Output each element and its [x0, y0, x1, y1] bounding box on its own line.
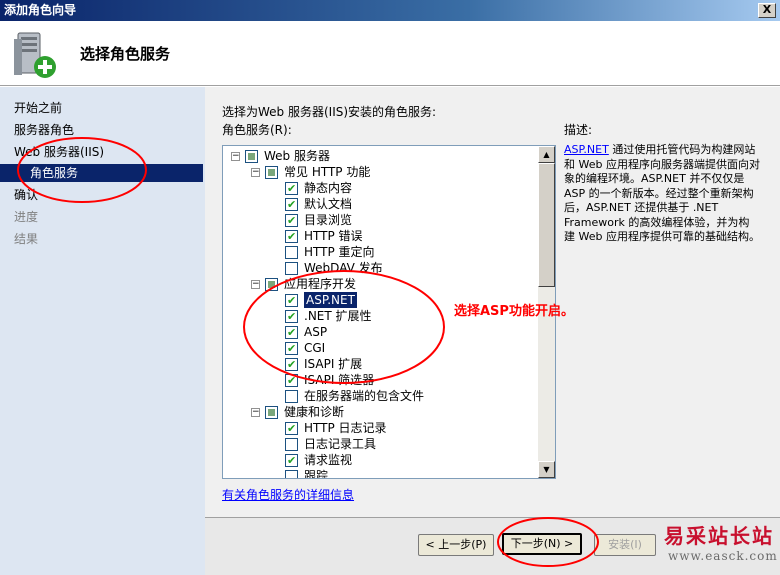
- checkbox[interactable]: [285, 246, 298, 259]
- checkbox[interactable]: [285, 262, 298, 275]
- checkbox[interactable]: [285, 470, 298, 478]
- checkbox[interactable]: [265, 166, 278, 179]
- tree-node[interactable]: − 应用程序开发: [223, 276, 539, 292]
- checkbox[interactable]: [285, 373, 298, 389]
- tree-node[interactable]: 静态内容: [223, 180, 539, 197]
- site-watermark: 易采站长站 www.easck.com: [664, 520, 780, 563]
- aspnet-link[interactable]: ASP.NET: [564, 143, 609, 156]
- tree-node[interactable]: 跟踪: [223, 468, 539, 478]
- tree-node-label[interactable]: Web 服务器: [264, 148, 330, 164]
- watermark-title: 易采站长站: [664, 524, 774, 548]
- tree-node-label[interactable]: ASP.NET: [304, 292, 357, 308]
- tree-node-label[interactable]: ISAPI 筛选器: [304, 372, 374, 388]
- description-panel: ASP.NET 通过使用托管代码为构建网站和 Web 应用程序向服务器端提供面向…: [564, 143, 760, 245]
- sidebar-step: 结果: [14, 232, 39, 246]
- sidebar-step[interactable]: 确认: [0, 186, 205, 204]
- checkbox[interactable]: [285, 453, 298, 469]
- tree-node-label[interactable]: 静态内容: [304, 180, 352, 196]
- collapse-icon[interactable]: −: [251, 408, 260, 417]
- collapse-icon[interactable]: −: [251, 168, 260, 177]
- collapse-icon[interactable]: −: [231, 152, 240, 161]
- page-heading: 选择角色服务: [80, 45, 171, 63]
- tree-node-label[interactable]: ISAPI 扩展: [304, 356, 362, 372]
- tree-node[interactable]: WebDAV 发布: [223, 260, 539, 276]
- install-button[interactable]: 安装(I): [594, 534, 656, 556]
- sidebar-step[interactable]: 角色服务: [0, 164, 203, 182]
- tree-node-label[interactable]: 请求监视: [304, 452, 352, 468]
- tree-node[interactable]: − 常见 HTTP 功能: [223, 164, 539, 180]
- wizard-steps-sidebar: 开始之前服务器角色 Web 服务器(IIS) 角色服务确认进度结果: [0, 87, 205, 575]
- tree-node-label[interactable]: 在服务器端的包含文件: [304, 388, 424, 404]
- description-text: 通过使用托管代码为构建网站和 Web 应用程序向服务器端提供面向对象的编程环境。…: [564, 143, 760, 243]
- tree-node[interactable]: 目录浏览: [223, 212, 539, 229]
- instruction-text: 选择为Web 服务器(IIS)安装的角色服务:: [222, 105, 437, 119]
- tree-node-label[interactable]: 健康和诊断: [284, 404, 344, 420]
- sidebar-step[interactable]: 开始之前: [0, 99, 205, 117]
- tree-node-label[interactable]: CGI: [304, 340, 325, 356]
- sidebar-step: 进度: [14, 210, 39, 224]
- title-bar: 添加角色向导 X: [0, 0, 780, 21]
- checkbox[interactable]: [285, 421, 298, 437]
- tree-node[interactable]: 请求监视: [223, 452, 539, 469]
- checkbox[interactable]: [285, 197, 298, 213]
- checkbox[interactable]: [265, 278, 278, 291]
- checkbox[interactable]: [285, 438, 298, 451]
- collapse-icon[interactable]: −: [251, 280, 260, 289]
- tree-node-label[interactable]: .NET 扩展性: [304, 308, 372, 324]
- tree-node-label[interactable]: HTTP 错误: [304, 228, 363, 244]
- checkbox[interactable]: [265, 406, 278, 419]
- window-title: 添加角色向导: [4, 3, 77, 17]
- checkbox[interactable]: [285, 181, 298, 197]
- tree-node[interactable]: HTTP 重定向: [223, 244, 539, 260]
- tree-node[interactable]: 在服务器端的包含文件: [223, 388, 539, 404]
- checkbox[interactable]: [285, 390, 298, 403]
- sidebar-step[interactable]: Web 服务器(IIS): [0, 143, 205, 161]
- wizard-header: 选择角色服务: [0, 21, 780, 86]
- role-services-label: 角色服务(R):: [222, 123, 292, 137]
- tree-node-label[interactable]: 应用程序开发: [284, 276, 356, 292]
- tree-node[interactable]: ISAPI 筛选器: [223, 372, 539, 389]
- scroll-thumb[interactable]: [538, 163, 555, 287]
- previous-button[interactable]: < 上一步(P): [418, 534, 494, 556]
- scroll-down-arrow-icon[interactable]: ▼: [538, 461, 555, 478]
- checkbox[interactable]: [285, 213, 298, 229]
- tree-node[interactable]: CGI: [223, 340, 539, 357]
- tree-node[interactable]: ASP: [223, 324, 539, 341]
- tree-node-label[interactable]: ASP: [304, 324, 327, 340]
- description-label: 描述:: [564, 123, 593, 137]
- tree-node[interactable]: 日志记录工具: [223, 436, 539, 452]
- role-services-info-link[interactable]: 有关角色服务的详细信息: [222, 486, 354, 503]
- tree-node[interactable]: ISAPI 扩展: [223, 356, 539, 373]
- checkbox[interactable]: [285, 229, 298, 245]
- tree-node[interactable]: − 健康和诊断: [223, 404, 539, 420]
- next-button[interactable]: 下一步(N) >: [502, 533, 582, 555]
- tree-node-label[interactable]: HTTP 日志记录: [304, 420, 387, 436]
- tree-node-label[interactable]: WebDAV 发布: [304, 260, 383, 276]
- checkbox[interactable]: [285, 309, 298, 325]
- checkbox[interactable]: [245, 150, 258, 163]
- annotation-text: 选择ASP功能开启。: [454, 304, 574, 319]
- sidebar-step[interactable]: 服务器角色: [0, 121, 205, 139]
- tree-node[interactable]: HTTP 日志记录: [223, 420, 539, 437]
- scroll-up-arrow-icon[interactable]: ▲: [538, 146, 555, 163]
- tree-node-label[interactable]: 日志记录工具: [304, 436, 376, 452]
- tree-node-label[interactable]: 目录浏览: [304, 212, 352, 228]
- tree-node[interactable]: 默认文档: [223, 196, 539, 213]
- tree-node-label[interactable]: 默认文档: [304, 196, 352, 212]
- tree-node-label[interactable]: 常见 HTTP 功能: [284, 164, 370, 180]
- checkbox[interactable]: [285, 325, 298, 341]
- checkbox[interactable]: [285, 341, 298, 357]
- watermark-url: www.easck.com: [668, 549, 778, 563]
- tree-node-label[interactable]: HTTP 重定向: [304, 244, 375, 260]
- tree-node[interactable]: HTTP 错误: [223, 228, 539, 245]
- checkbox[interactable]: [285, 357, 298, 373]
- server-add-role-icon: [14, 32, 56, 78]
- close-button[interactable]: X: [758, 3, 776, 18]
- tree-node-label[interactable]: 跟踪: [304, 468, 328, 478]
- tree-node[interactable]: − Web 服务器: [223, 148, 539, 164]
- checkbox[interactable]: [285, 293, 298, 309]
